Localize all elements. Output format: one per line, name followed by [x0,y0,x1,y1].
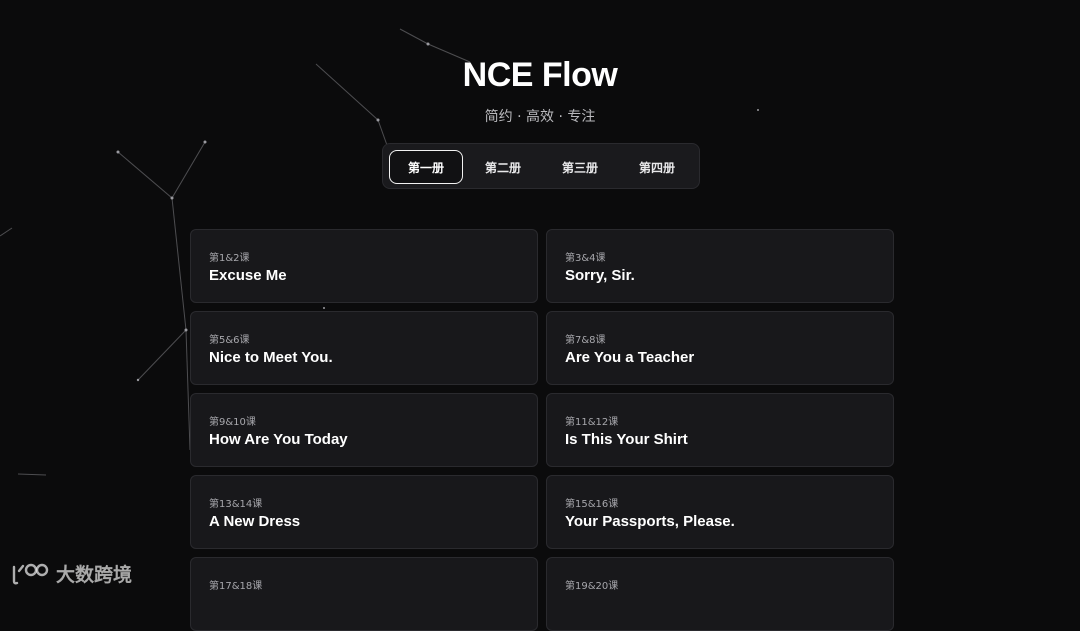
tab-book-4[interactable]: 第四册 [620,150,694,184]
lesson-card[interactable]: 第13&14课 A New Dress [190,475,538,549]
lesson-number: 第19&20课 [565,581,619,592]
app-subtitle: 简约 · 高效 · 专注 [484,109,596,125]
lesson-card[interactable]: 第7&8课 Are You a Teacher [546,311,894,385]
lesson-card[interactable]: 第17&18课 [190,557,538,631]
lesson-number: 第7&8课 [565,335,606,346]
lesson-card[interactable]: 第11&12课 Is This Your Shirt [546,393,894,467]
book-tabs: 第一册 第二册 第三册 第四册 [382,143,700,189]
lesson-number: 第11&12课 [565,417,619,428]
watermark-logo-icon [12,563,49,584]
lesson-card[interactable]: 第19&20课 [546,557,894,631]
lesson-card[interactable]: 第15&16课 Your Passports, Please. [546,475,894,549]
lesson-card[interactable]: 第5&6课 Nice to Meet You. [190,311,538,385]
lesson-title: Your Passports, Please. [565,513,735,530]
watermark-text: 大数跨境 [56,564,133,586]
lesson-number: 第9&10课 [209,417,256,428]
lesson-card[interactable]: 第3&4课 Sorry, Sir. [546,229,894,303]
tab-book-1[interactable]: 第一册 [389,150,463,184]
lesson-title: Is This Your Shirt [565,431,688,448]
lesson-title: Nice to Meet You. [209,349,333,366]
lesson-number: 第5&6课 [209,335,250,346]
lesson-number: 第13&14课 [209,499,263,510]
lesson-number: 第3&4课 [565,253,606,264]
lesson-title: Are You a Teacher [565,349,695,366]
watermark: 大数跨境 [10,560,132,587]
lesson-title: Excuse Me [209,267,287,284]
lesson-number: 第17&18课 [209,581,263,592]
lesson-title: A New Dress [209,513,301,530]
app-title: NCE Flow [462,56,618,94]
lesson-title: Sorry, Sir. [565,267,635,284]
lesson-title: How Are You Today [209,431,348,448]
lesson-number: 第15&16课 [565,499,619,510]
lesson-number: 第1&2课 [209,253,250,264]
lesson-card[interactable]: 第9&10课 How Are You Today [190,393,538,467]
tab-book-3[interactable]: 第三册 [543,150,617,184]
tab-book-2[interactable]: 第二册 [466,150,540,184]
lesson-card[interactable]: 第1&2课 Excuse Me [190,229,538,303]
